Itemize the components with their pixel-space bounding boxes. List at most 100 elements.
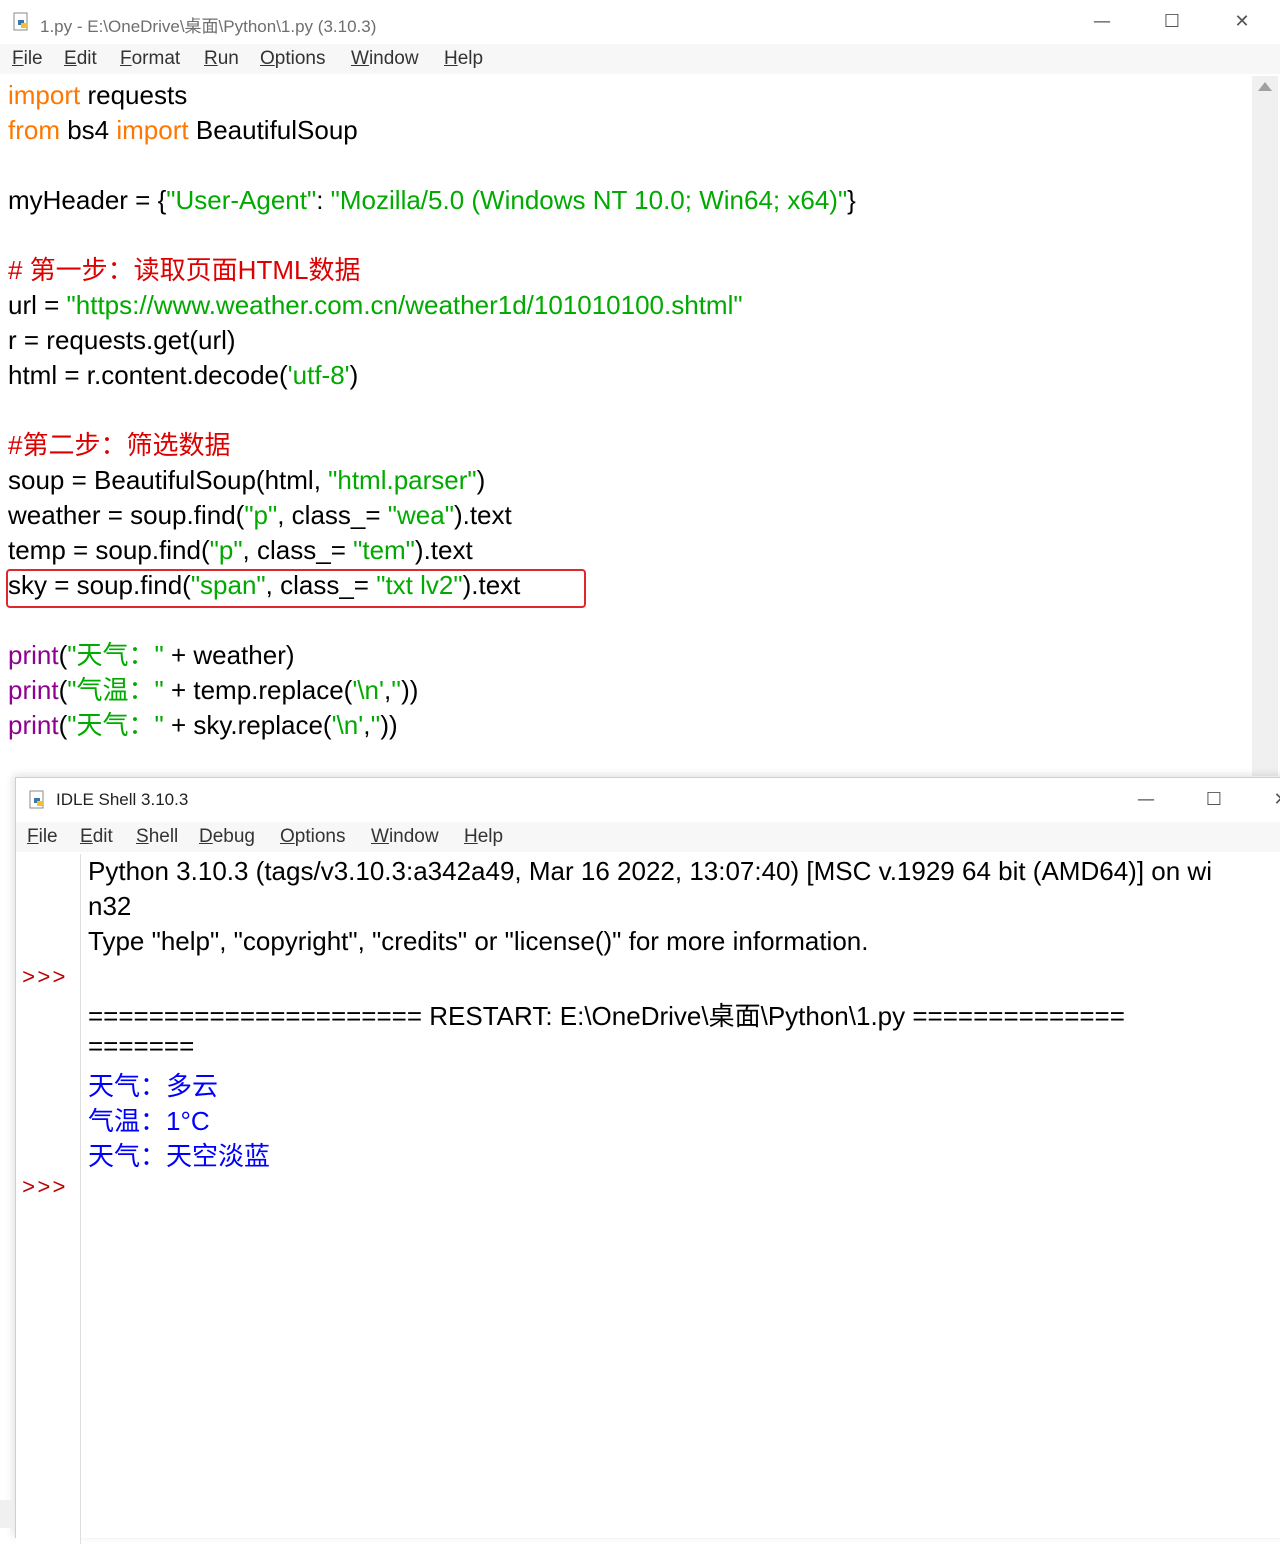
code-line: url = "https://www.weather.com.cn/weathe… (8, 288, 743, 323)
code-text: html = r.content.decode( (8, 360, 288, 390)
string-literal: '\n' (331, 710, 364, 740)
menu-run[interactable]: Run (204, 48, 239, 70)
string-literal: '' (370, 710, 381, 740)
code-text: url = (8, 290, 67, 320)
python-banner-help: Type "help", "copyright", "credits" or "… (88, 926, 869, 956)
code-line: print("天气：" + sky.replace('\n','')) (8, 708, 398, 743)
menu-shell[interactable]: Shell (136, 826, 178, 848)
shell-titlebar[interactable]: IDLE Shell 3.10.3 — ☐ ✕ (16, 778, 1280, 822)
maximize-button[interactable]: ☐ (1152, 8, 1192, 36)
code-line: soup = BeautifulSoup(html, "html.parser"… (8, 463, 485, 498)
menu-window[interactable]: Window (371, 826, 439, 848)
code-text: requests (80, 80, 188, 110)
code-editor-area[interactable]: import requests from bs4 import Beautifu… (0, 76, 1250, 776)
close-button[interactable]: ✕ (1261, 786, 1280, 814)
code-text: soup = BeautifulSoup(html, (8, 465, 329, 495)
code-text: ( (58, 640, 68, 670)
builtin: print (8, 640, 59, 670)
string-literal: "气温：" (67, 675, 164, 705)
code-text: temp = soup.find( (8, 535, 210, 565)
string-literal: "Mozilla/5.0 (Windows NT 10.0; Win64; x6… (330, 185, 848, 215)
menu-help[interactable]: Help (444, 48, 483, 70)
menu-file[interactable]: File (12, 48, 43, 70)
code-text: ( (58, 710, 68, 740)
shell-window: IDLE Shell 3.10.3 — ☐ ✕ File Edit Shell … (15, 777, 1280, 1544)
menu-edit[interactable]: Edit (64, 48, 97, 70)
code-text: myHeader = { (8, 185, 167, 215)
minimize-button[interactable]: — (1082, 8, 1122, 36)
menu-format[interactable]: Format (120, 48, 180, 70)
code-text: )) (380, 710, 398, 740)
code-line: weather = soup.find("p", class_= "wea").… (8, 498, 512, 533)
code-text: bs4 (60, 115, 117, 145)
menu-edit[interactable]: Edit (80, 826, 113, 848)
keyword: import (8, 80, 81, 110)
menu-file[interactable]: File (27, 826, 58, 848)
program-output-sky: 天气：天空淡蓝 (88, 1141, 271, 1171)
builtin: print (8, 710, 59, 740)
code-line: print("气温：" + temp.replace('\n','')) (8, 673, 418, 708)
string-literal: "https://www.weather.com.cn/weather1d/10… (66, 290, 743, 320)
string-literal: "天气：" (67, 640, 164, 670)
code-comment: #第二步：筛选数据 (8, 430, 231, 460)
shell-window-title: IDLE Shell 3.10.3 (56, 790, 189, 809)
code-text: + sky.replace( (163, 710, 332, 740)
code-text: + temp.replace( (163, 675, 353, 705)
string-literal: "天气：" (67, 710, 164, 740)
string-literal: "wea" (387, 500, 454, 530)
code-line: import requests (8, 78, 187, 113)
code-text: , class_= (242, 535, 354, 565)
scroll-up-arrow-icon[interactable] (1258, 82, 1272, 91)
string-literal: '\n' (352, 675, 384, 705)
editor-menubar: File Edit Format Run Options Window Help (0, 44, 1280, 74)
menu-options[interactable]: Options (280, 826, 345, 848)
menu-options[interactable]: Options (260, 48, 325, 70)
shell-prompt: >>> (22, 966, 68, 991)
code-line: temp = soup.find("p", class_= "tem").tex… (8, 533, 473, 568)
close-button[interactable]: ✕ (1222, 8, 1262, 36)
shell-prompt: >>> (22, 1176, 68, 1201)
menu-debug[interactable]: Debug (199, 826, 255, 848)
python-banner-line: Python 3.10.3 (tags/v3.10.3:a342a49, Mar… (88, 856, 1212, 886)
left-edge-scrollbar[interactable] (0, 1500, 14, 1528)
maximize-button[interactable]: ☐ (1194, 786, 1234, 814)
menu-window[interactable]: Window (351, 48, 419, 70)
keyword: import (116, 115, 189, 145)
menu-help[interactable]: Help (464, 826, 503, 848)
editor-window: 1.py - E:\OneDrive\桌面\Python\1.py (3.10.… (0, 0, 1280, 790)
code-text: } (847, 185, 856, 215)
shell-menubar: File Edit Shell Debug Options Window Hel… (16, 822, 1280, 852)
code-line: html = r.content.decode('utf-8') (8, 358, 358, 393)
code-text: ) (476, 465, 486, 495)
string-literal: "p" (244, 500, 278, 530)
red-highlight-box (6, 569, 586, 608)
code-text: )) (401, 675, 419, 705)
minimize-button[interactable]: — (1126, 786, 1166, 814)
restart-line: ======= (88, 1031, 195, 1061)
shell-prompt-gutter: >>> >>> (16, 854, 81, 1544)
code-text: ( (58, 675, 68, 705)
code-text: + weather) (163, 640, 295, 670)
code-comment: # 第一步：读取页面HTML数据 (8, 255, 361, 285)
editor-titlebar[interactable]: 1.py - E:\OneDrive\桌面\Python\1.py (3.10.… (0, 0, 1280, 45)
string-literal: '' (391, 675, 402, 705)
code-text: ).text (453, 500, 512, 530)
string-literal: "User-Agent" (166, 185, 317, 215)
code-line: from bs4 import BeautifulSoup (8, 113, 358, 148)
code-text: , class_= (277, 500, 388, 530)
code-text: BeautifulSoup (188, 115, 358, 145)
program-output-weather: 天气：多云 (88, 1071, 219, 1101)
program-output-temperature: 气温：1°C (88, 1106, 210, 1136)
restart-line: ====================== RESTART: E:\OneDr… (88, 1001, 1125, 1031)
python-file-icon (13, 12, 28, 31)
code-text: ) (349, 360, 359, 390)
code-line: myHeader = {"User-Agent": "Mozilla/5.0 (… (8, 183, 856, 218)
code-text: weather = soup.find( (8, 500, 245, 530)
string-literal: "html.parser" (328, 465, 477, 495)
code-line: print("天气：" + weather) (8, 638, 295, 673)
code-text: : (316, 185, 331, 215)
string-literal: 'utf-8' (287, 360, 350, 390)
python-file-icon (29, 790, 44, 809)
string-literal: "p" (209, 535, 243, 565)
editor-vertical-scrollbar[interactable] (1252, 76, 1278, 776)
